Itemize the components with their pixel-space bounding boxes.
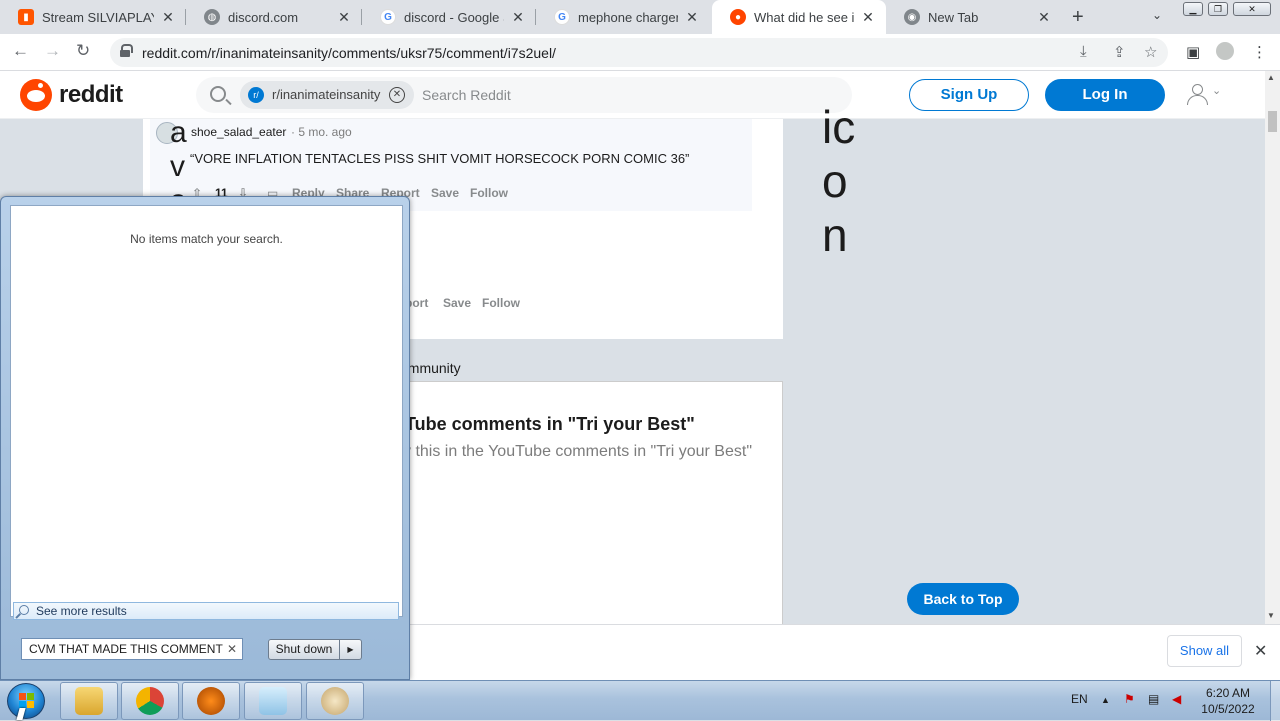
save-button[interactable]: Save <box>431 186 459 200</box>
scroll-down-icon[interactable]: ▼ <box>1267 611 1275 620</box>
alt-text-glyph-side: ic o n <box>822 101 856 261</box>
follow-button-parent[interactable]: Follow <box>482 296 520 310</box>
browser-tab-google-discord[interactable]: G discord - Google Sea ✕ <box>362 0 536 34</box>
reddit-logo-icon[interactable] <box>20 79 52 111</box>
post-body: v this in the YouTube comments in "Tri y… <box>403 443 752 460</box>
comment-timestamp: · 5 mo. ago <box>291 125 352 139</box>
taskbar-paint[interactable] <box>306 682 364 720</box>
close-tab-icon[interactable]: ✕ <box>336 9 352 26</box>
chrome-icon <box>136 687 164 715</box>
show-hidden-icons-icon[interactable]: ▲ <box>1101 695 1110 705</box>
comment-body: “VORE INFLATION TENTACLES PISS SHIT VOMI… <box>190 151 690 166</box>
reload-icon[interactable]: ↻ <box>76 41 90 61</box>
browser-tab-discord[interactable]: ◍ discord.com ✕ <box>186 0 362 34</box>
close-window-icon[interactable]: ✕ <box>1233 2 1271 16</box>
taskbar-explorer[interactable] <box>60 682 118 720</box>
system-clock[interactable]: 6:20 AM 10/5/2022 <box>1196 685 1260 717</box>
taskbar-notepad[interactable] <box>244 682 302 720</box>
action-center-icon[interactable]: ⚑ <box>1124 692 1135 706</box>
side-panel-icon[interactable]: ▣ <box>1186 43 1200 61</box>
browser-toolbar: ← → ↻ reddit.com/r/inanimateinsanity/com… <box>0 34 1280 71</box>
reddit-wordmark[interactable]: reddit <box>59 81 123 109</box>
back-icon[interactable]: ← <box>12 41 29 61</box>
shut-down-button[interactable]: Shut down <box>268 639 340 660</box>
close-tab-icon[interactable]: ✕ <box>160 9 176 26</box>
taskbar-chrome[interactable] <box>121 682 179 720</box>
close-tab-icon[interactable]: ✕ <box>1036 9 1052 26</box>
network-icon[interactable]: ▤ <box>1148 692 1159 706</box>
user-menu-icon[interactable] <box>1186 83 1208 105</box>
save-button-parent[interactable]: Save <box>443 296 471 310</box>
scroll-up-icon[interactable]: ▲ <box>1267 73 1275 82</box>
volume-muted-icon[interactable]: ◀ <box>1172 692 1181 706</box>
browser-tab-soundcloud[interactable]: ▮ Stream SILVIAPLAYA ✕ <box>0 0 186 34</box>
reddit-icon: ● <box>730 9 746 25</box>
close-tab-icon[interactable]: ✕ <box>860 9 876 26</box>
language-indicator[interactable]: EN <box>1071 692 1088 706</box>
google-icon: G <box>380 9 396 25</box>
close-tab-icon[interactable]: ✕ <box>510 9 526 26</box>
paint-icon <box>321 687 349 715</box>
taskbar-fl-studio[interactable] <box>182 682 240 720</box>
start-menu-search-input[interactable]: CVM THAT MADE THIS COMMENT ✕ <box>21 638 243 660</box>
chevron-down-icon[interactable]: ⌄ <box>1212 84 1221 97</box>
sign-up-button[interactable]: Sign Up <box>909 79 1029 111</box>
taskbar: EN ▲ ⚑ ▤ ◀ 6:20 AM 10/5/2022 <box>0 680 1280 721</box>
explorer-icon <box>75 687 103 715</box>
back-to-top-button[interactable]: Back to Top <box>907 583 1019 615</box>
post-title[interactable]: Tube comments in "Tri your Best" <box>405 414 695 435</box>
log-in-button[interactable]: Log In <box>1045 79 1165 111</box>
show-all-downloads-button[interactable]: Show all <box>1167 635 1242 667</box>
restore-window-icon[interactable]: ❐ <box>1208 2 1228 16</box>
clock-date: 10/5/2022 <box>1201 702 1255 716</box>
notepad-icon <box>259 687 287 715</box>
close-download-bar-icon[interactable]: ✕ <box>1254 641 1267 661</box>
soundcloud-icon: ▮ <box>18 9 34 25</box>
clock-time: 6:20 AM <box>1205 686 1251 700</box>
globe-icon: ◍ <box>204 9 220 25</box>
reddit-header: reddit r/ r/inanimateinsanity ✕ Search R… <box>0 71 1265 119</box>
start-button[interactable] <box>7 683 45 719</box>
minimize-window-icon[interactable]: ▁ <box>1183 2 1203 16</box>
remove-chip-icon[interactable]: ✕ <box>389 87 405 103</box>
install-app-icon[interactable]: ⤓ <box>1080 43 1087 60</box>
lock-icon[interactable] <box>120 44 133 57</box>
start-menu-results-pane: No items match your search. <box>10 205 403 617</box>
search-icon <box>210 86 226 102</box>
start-menu: No items match your search. See more res… <box>0 196 410 680</box>
see-more-results-link[interactable]: See more results <box>13 602 399 620</box>
search-icon <box>19 605 29 615</box>
address-bar[interactable]: reddit.com/r/inanimateinsanity/comments/… <box>110 38 1168 67</box>
close-tab-icon[interactable]: ✕ <box>684 9 700 26</box>
fl-studio-icon <box>197 687 225 715</box>
tab-search-chevron-icon[interactable]: ⌄ <box>1152 8 1162 22</box>
forward-icon[interactable]: → <box>44 41 61 61</box>
more-menu-icon[interactable]: ⋮ <box>1252 43 1267 61</box>
subreddit-icon: r/ <box>248 87 264 103</box>
profile-avatar-icon[interactable] <box>1216 42 1234 60</box>
search-input[interactable]: Search Reddit <box>422 87 511 103</box>
browser-tab-reddit[interactable]: ● What did he see in th ✕ <box>712 0 886 34</box>
share-icon[interactable]: ⇪ <box>1113 43 1126 61</box>
browser-tab-google-mephone[interactable]: G mephone charger - G ✕ <box>536 0 710 34</box>
shut-down-options-arrow-icon[interactable]: ▶ <box>340 639 362 660</box>
clear-search-icon[interactable]: ✕ <box>227 639 237 659</box>
show-desktop-button[interactable] <box>1270 681 1280 721</box>
google-icon: G <box>554 9 570 25</box>
new-tab-icon[interactable]: + <box>1072 6 1084 29</box>
subreddit-search-chip[interactable]: r/ r/inanimateinsanity ✕ <box>240 81 414 109</box>
chrome-icon: ◉ <box>904 9 920 25</box>
no-results-message: No items match your search. <box>130 232 283 246</box>
subreddit-chip-label: r/inanimateinsanity <box>272 87 381 102</box>
follow-button[interactable]: Follow <box>470 186 508 200</box>
browser-tab-strip: ▮ Stream SILVIAPLAYA ✕ ◍ discord.com ✕ G… <box>0 0 1280 34</box>
bookmark-star-icon[interactable]: ☆ <box>1144 43 1157 61</box>
reddit-search-bar[interactable]: r/ r/inanimateinsanity ✕ Search Reddit <box>196 77 852 113</box>
browser-tab-new[interactable]: ◉ New Tab ✕ <box>886 0 1062 34</box>
page-scrollbar[interactable]: ▲ ▼ <box>1265 71 1280 624</box>
comment-author[interactable]: shoe_salad_eater <box>191 125 286 139</box>
scrollbar-thumb[interactable] <box>1268 111 1277 132</box>
windows-logo-icon <box>19 693 35 709</box>
